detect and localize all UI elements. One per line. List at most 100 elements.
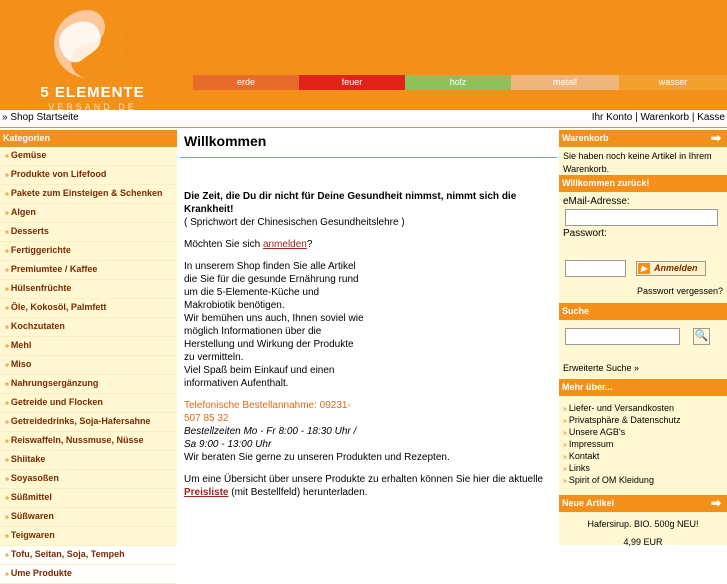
- cart-link[interactable]: Warenkorb: [640, 112, 689, 123]
- page-title: Willkommen: [180, 130, 557, 158]
- site-header: 5 ELEMENTE VERSAND.DE erde feuer holz me…: [0, 0, 727, 112]
- more-link[interactable]: » Unsere AGB's: [563, 427, 680, 439]
- forgot-password-link[interactable]: Passwort vergessen?: [637, 286, 723, 296]
- nav-tab-wasser[interactable]: wasser: [619, 75, 727, 90]
- more-link-label: Liefer- und Versandkosten: [568, 403, 674, 413]
- breadcrumb-bar: » Shop Startseite Ihr Konto | Warenkorb …: [0, 110, 727, 128]
- bullet-icon: »: [5, 324, 9, 331]
- category-label: Soyasoßen: [10, 473, 59, 483]
- category-item[interactable]: » Getreidedrinks, Soja-Hafersahne: [0, 413, 177, 432]
- category-item[interactable]: » Süßmittel: [0, 489, 177, 508]
- search-header: Suche: [559, 303, 727, 320]
- more-header: Mehr über...: [559, 379, 727, 396]
- intro-line: die Sie für die gesunde Ernährung rund: [184, 274, 359, 285]
- new-product-name[interactable]: Hafersirup. BIO. 500g NEU!: [559, 519, 727, 529]
- overview-suffix: (mit Bestellfeld) herunterladen.: [228, 487, 368, 498]
- site-logo[interactable]: 5 ELEMENTE VERSAND.DE: [35, 8, 150, 112]
- category-item[interactable]: » Premiumtee / Kaffee: [0, 261, 177, 280]
- arrow-right-icon[interactable]: ➡: [711, 132, 721, 144]
- more-link[interactable]: » Impressum: [563, 439, 680, 451]
- search-input[interactable]: [565, 328, 680, 345]
- bullet-icon: »: [5, 514, 9, 521]
- more-link[interactable]: » Liefer- und Versandkosten: [563, 403, 680, 415]
- separator: |: [691, 112, 695, 123]
- category-item[interactable]: » Hülsenfrüchte: [0, 280, 177, 299]
- arrow-right-icon[interactable]: ➡: [711, 497, 721, 509]
- new-products-title: Neue Artikel: [562, 498, 615, 508]
- category-item[interactable]: » Desserts: [0, 223, 177, 242]
- nav-tab-metall[interactable]: metall: [511, 75, 619, 90]
- intro-text: In unserem Shop finden Sie alle Artikel d…: [180, 260, 557, 390]
- bullet-icon: »: [5, 229, 9, 236]
- intro-line: Herstellung und Wirkung der Produkte: [184, 339, 354, 350]
- login-link[interactable]: anmelden: [263, 239, 307, 250]
- category-item[interactable]: » Fertiggerichte: [0, 242, 177, 261]
- nav-tab-holz[interactable]: holz: [405, 75, 511, 90]
- bullet-icon: »: [5, 381, 9, 388]
- category-item[interactable]: » Shiitake: [0, 451, 177, 470]
- account-link[interactable]: Ihr Konto: [592, 112, 633, 123]
- category-item[interactable]: » Mehl: [0, 337, 177, 356]
- nav-tab-feuer[interactable]: feuer: [299, 75, 405, 90]
- category-item[interactable]: » Pakete zum Einsteigen & Schenken: [0, 185, 177, 204]
- category-item[interactable]: » Tofu, Seitan, Soja, Tempeh: [0, 546, 177, 565]
- search-button[interactable]: 🔍: [693, 328, 710, 345]
- breadcrumb-home-link[interactable]: » Shop Startseite: [2, 112, 79, 123]
- login-header: Willkommen zurück!: [559, 175, 727, 192]
- intro-line: In unserem Shop finden Sie alle Artikel: [184, 261, 356, 272]
- category-item[interactable]: » Soyasoßen: [0, 470, 177, 489]
- separator: |: [635, 112, 638, 123]
- category-label: Getreide und Flocken: [10, 397, 103, 407]
- password-field[interactable]: [565, 260, 626, 277]
- email-label: eMail-Adresse:: [563, 196, 630, 207]
- more-link-label: Privatsphäre & Datenschutz: [568, 415, 681, 425]
- quote-text: Die Zeit, die Du dir nicht für Deine Ges…: [184, 191, 517, 215]
- category-label: Süßwaren: [10, 511, 54, 521]
- category-item[interactable]: » Algen: [0, 204, 177, 223]
- category-item[interactable]: » Getreide und Flocken: [0, 394, 177, 413]
- bullet-icon: »: [5, 210, 9, 217]
- categories-header: Kategorien: [0, 130, 177, 147]
- email-field[interactable]: [565, 209, 718, 226]
- more-link[interactable]: » Privatsphäre & Datenschutz: [563, 415, 680, 427]
- yin-yang-logo-icon: [54, 10, 122, 78]
- cart-title: Warenkorb: [562, 133, 609, 143]
- category-label: Nahrungsergänzung: [10, 378, 99, 388]
- category-label: Ume Produkte: [10, 568, 72, 578]
- category-item[interactable]: » Gemüse: [0, 147, 177, 166]
- category-item[interactable]: » Miso: [0, 356, 177, 375]
- hours-weekday: Bestellzeiten Mo - Fr 8:00 - 18:30 Uhr /: [184, 426, 357, 437]
- bullet-icon: »: [563, 478, 567, 485]
- category-label: Desserts: [10, 226, 49, 236]
- category-item[interactable]: » Süßwaren: [0, 508, 177, 527]
- quote-source: ( Sprichwort der Chinesischen Gesundheit…: [184, 217, 405, 228]
- category-item[interactable]: » Ume Produkte: [0, 565, 177, 584]
- nav-tab-erde[interactable]: erde: [193, 75, 299, 90]
- category-label: Hülsenfrüchte: [10, 283, 72, 293]
- category-item[interactable]: » Teigwaren: [0, 527, 177, 546]
- more-links-list: » Liefer- und Versandkosten» Privatsphäre …: [559, 401, 684, 489]
- more-link[interactable]: » Kontakt: [563, 451, 680, 463]
- category-label: Algen: [10, 207, 36, 217]
- pricelist-link[interactable]: Preisliste: [184, 487, 228, 498]
- bullet-icon: »: [5, 457, 9, 464]
- login-button[interactable]: ▶ Anmelden: [636, 261, 706, 276]
- new-product-price: 4,99 EUR: [623, 537, 663, 547]
- category-item[interactable]: » Öle, Kokosöl, Palmfett: [0, 299, 177, 318]
- play-arrow-icon: ▶: [638, 263, 650, 274]
- intro-line: um die 5-Elemente-Küche und: [184, 287, 320, 298]
- bullet-icon: »: [5, 267, 9, 274]
- bullet-icon: »: [5, 343, 9, 350]
- advanced-search-link[interactable]: Erweiterte Suche »: [563, 363, 639, 373]
- hours-saturday: Sa 9:00 - 13:00 Uhr: [184, 439, 272, 450]
- checkout-link[interactable]: Kasse: [697, 112, 725, 123]
- more-link[interactable]: » Links: [563, 463, 680, 475]
- category-item[interactable]: » Kochzutaten: [0, 318, 177, 337]
- account-links: Ihr Konto | Warenkorb | Kasse: [592, 112, 725, 123]
- category-item[interactable]: » Nahrungsergänzung: [0, 375, 177, 394]
- bullet-icon: »: [563, 466, 567, 473]
- bullet-icon: »: [5, 172, 9, 179]
- category-item[interactable]: » Produkte von Lifefood: [0, 166, 177, 185]
- more-link[interactable]: » Spirit of OM Kleidung: [563, 475, 680, 487]
- category-item[interactable]: » Reiswaffeln, Nussmuse, Nüsse: [0, 432, 177, 451]
